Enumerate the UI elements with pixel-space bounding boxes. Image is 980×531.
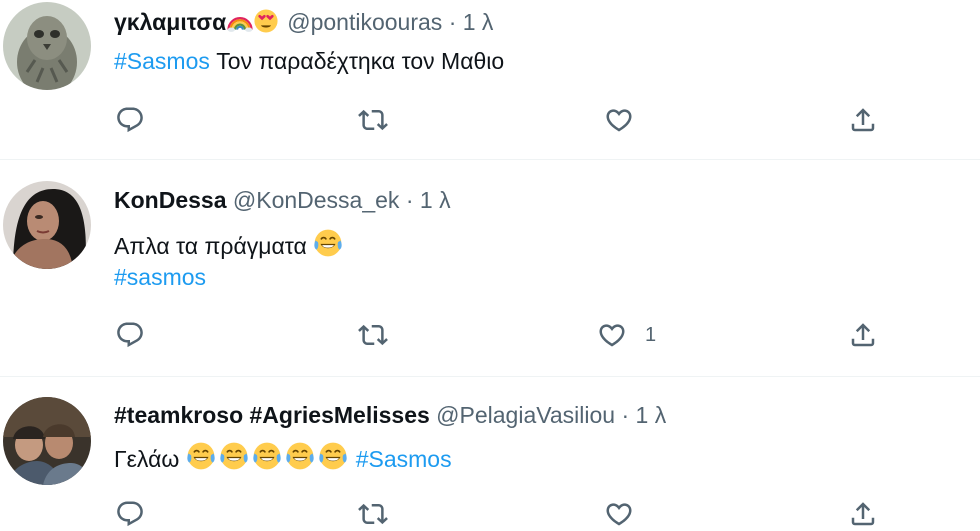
tweet-text-content: Απλα τα πράγματα (114, 233, 307, 259)
like-icon (604, 499, 634, 529)
separator-dot: · (448, 9, 457, 35)
reply-icon (115, 320, 145, 350)
timestamp[interactable]: 1 λ (463, 9, 494, 35)
user-handle[interactable]: @PelagiaVasiliou (436, 402, 615, 428)
tears-of-joy-emoji-icon (313, 228, 343, 258)
timestamp[interactable]: 1 λ (636, 402, 667, 428)
display-name[interactable]: #teamkroso #AgriesMelisses (114, 402, 430, 428)
tweet[interactable]: #teamkroso #AgriesMelisses @PelagiaVasil… (0, 377, 980, 526)
reply-button[interactable] (115, 103, 145, 137)
share-icon (848, 320, 878, 350)
tweet-text: Γελάω #Sasmos (114, 441, 452, 473)
tears-of-joy-emoji-icon (252, 441, 282, 471)
timestamp[interactable]: 1 λ (420, 187, 451, 213)
tweet-header: KonDessa @KonDessa_ek · 1 λ (114, 186, 451, 214)
heart-eyes-emoji-icon (253, 8, 279, 34)
separator-dot: · (405, 187, 414, 213)
share-icon (848, 105, 878, 135)
retweet-icon (358, 499, 388, 529)
like-count: 1 (645, 323, 657, 346)
share-button[interactable] (848, 103, 878, 137)
avatar[interactable] (3, 2, 91, 90)
retweet-button[interactable] (358, 318, 388, 352)
tweet-text: Απλα τα πράγματα (114, 228, 346, 260)
avatar[interactable] (3, 181, 91, 269)
tweet-actions: 1 (0, 318, 980, 352)
tweet-text: #Sasmos Τον παραδέχτηκα τον Μαθιο (114, 47, 504, 75)
retweet-icon (358, 320, 388, 350)
rainbow-emoji-icon (227, 8, 253, 34)
tears-of-joy-emoji-icon (186, 441, 216, 471)
reply-icon (115, 105, 145, 135)
tears-of-joy-emoji-icon (219, 441, 249, 471)
like-button[interactable]: 1 (597, 318, 656, 352)
reply-icon (115, 499, 145, 529)
hashtag-link[interactable]: #Sasmos (356, 446, 452, 472)
share-button[interactable] (848, 318, 878, 352)
display-name[interactable]: KonDessa (114, 187, 226, 213)
display-name[interactable]: γκλαμιτσα (114, 9, 226, 35)
retweet-button[interactable] (358, 103, 388, 137)
tweet-header: #teamkroso #AgriesMelisses @PelagiaVasil… (114, 401, 666, 429)
like-icon (597, 320, 627, 350)
share-icon (848, 499, 878, 529)
tweet-text-content: Τον παραδέχτηκα τον Μαθιο (209, 48, 505, 74)
like-icon (604, 105, 634, 135)
hashtag-link[interactable]: #sasmos (114, 264, 206, 290)
tweet-text-content: Γελάω (114, 446, 180, 472)
tweet-actions (0, 103, 980, 137)
hashtag-link[interactable]: #Sasmos (114, 48, 210, 74)
avatar[interactable] (3, 397, 91, 485)
tears-of-joy-emoji-icon (318, 441, 348, 471)
user-handle[interactable]: @KonDessa_ek (233, 187, 400, 213)
retweet-icon (358, 105, 388, 135)
tweet-text-line: #sasmos (114, 263, 206, 291)
reply-button[interactable] (115, 318, 145, 352)
tweet[interactable]: KonDessa @KonDessa_ek · 1 λ Απλα τα πράγ… (0, 160, 980, 375)
tears-of-joy-emoji-icon (285, 441, 315, 471)
like-button[interactable] (604, 103, 652, 137)
user-handle[interactable]: @pontikoouras (287, 9, 442, 35)
tweet[interactable]: γκλαμιτσα @pontikoouras · 1 λ #Sasmos Τον… (0, 0, 980, 160)
separator-dot: · (621, 402, 630, 428)
tweet-header: γκλαμιτσα @pontikoouras · 1 λ (114, 8, 493, 36)
